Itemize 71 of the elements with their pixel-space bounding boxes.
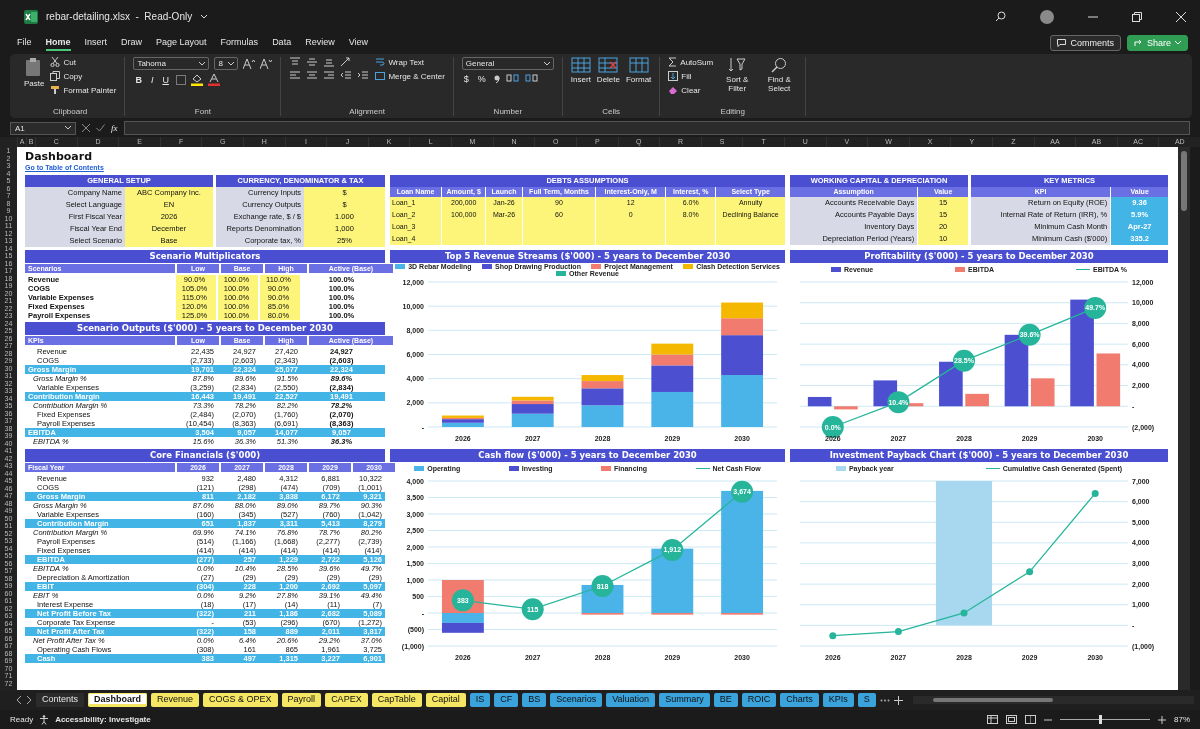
zoom-level[interactable]: 87%: [1174, 715, 1190, 724]
sheet-tab[interactable]: IS: [469, 693, 491, 707]
format-cells-button[interactable]: Format: [626, 57, 652, 84]
group-label: Number: [492, 107, 524, 116]
number-format-dropdown[interactable]: General: [461, 57, 554, 70]
section-title: Scenario Outputs ($'000) - 5 years to December 2030: [25, 322, 385, 335]
chart-title: Cash flow ($'000) - 5 years to December 2030: [390, 449, 785, 462]
section-title: Scenario Multiplicators: [25, 250, 385, 263]
comments-button[interactable]: Comments: [1050, 35, 1121, 51]
chart-title: Investment Payback Chart ($'000) - 5 years to December 2030: [790, 449, 1168, 462]
group-label: Alignment: [348, 107, 386, 116]
currency-format-button[interactable]: $: [461, 74, 471, 84]
status-text: Ready: [10, 715, 34, 724]
font-family-dropdown[interactable]: Tahoma: [133, 57, 210, 70]
name-box[interactable]: A1: [10, 121, 76, 135]
sheet-tab[interactable]: S: [857, 693, 876, 707]
autosum-button[interactable]: AutoSum: [668, 57, 714, 67]
merge-center-button[interactable]: Merge & Center: [375, 71, 445, 81]
bold-button[interactable]: B: [133, 75, 144, 85]
menu-tab[interactable]: Formulas: [220, 35, 259, 51]
menu-tab[interactable]: Page Layout: [156, 35, 207, 51]
font-size-dropdown[interactable]: 8: [214, 57, 239, 70]
group-label: Font: [193, 107, 212, 116]
clear-button[interactable]: Clear: [668, 85, 714, 95]
sheet-tab[interactable]: CAPEX: [325, 693, 368, 707]
accessibility-status[interactable]: Accessibility: Investigate: [55, 715, 151, 724]
window-title: rebar-detailing.xlsx - Read-Only: [46, 11, 193, 22]
menu-tab[interactable]: Review: [305, 35, 335, 51]
sheet-tab[interactable]: BS: [522, 693, 547, 707]
underline-button[interactable]: U: [160, 75, 171, 85]
format-painter-button[interactable]: Format Painter: [50, 85, 117, 95]
sheet-tab[interactable]: KPIs: [822, 693, 854, 707]
sheet-tab[interactable]: Contents: [36, 693, 85, 707]
delete-cells-button[interactable]: Delete: [596, 57, 620, 84]
sheet-tab[interactable]: COGS & OPEX: [203, 693, 278, 707]
sort-filter-button[interactable]: Sort & Filter: [719, 57, 756, 93]
sheet-tab[interactable]: Charts: [780, 693, 819, 707]
sheet-tab[interactable]: ROIC: [741, 693, 777, 707]
percent-format-button[interactable]: %: [475, 74, 488, 84]
sheet-tab[interactable]: Summary: [659, 693, 710, 707]
chart-title: Top 5 Revenue Streams ($'000) - 5 years to December 2030: [390, 250, 785, 263]
sheet-tab[interactable]: Scenarios: [550, 693, 603, 707]
group-label: Editing: [719, 107, 746, 116]
insert-function-button[interactable]: fx: [111, 123, 118, 133]
menu-tab[interactable]: Home: [45, 35, 71, 51]
sheet-tab[interactable]: Payroll: [281, 693, 322, 707]
menu-tab[interactable]: File: [17, 35, 32, 51]
sheet-tab[interactable]: Valuation: [606, 693, 656, 707]
menu-tab[interactable]: View: [348, 35, 368, 51]
sheet-tab[interactable]: CF: [494, 693, 519, 707]
sheet-tab[interactable]: Dashboard: [88, 693, 148, 707]
menu-tab[interactable]: Insert: [84, 35, 108, 51]
wrap-text-button[interactable]: Wrap Text: [375, 57, 445, 67]
group-label: Cells: [601, 107, 621, 116]
chart-title: Profitability ($'000) - 5 years to December 2030: [790, 250, 1168, 263]
insert-cells-button[interactable]: Insert: [570, 57, 591, 84]
paste-button[interactable]: Paste: [24, 57, 45, 88]
menu-tab[interactable]: Data: [272, 35, 292, 51]
sheet-tab[interactable]: BE: [713, 693, 738, 707]
sheet-title: Dashboard: [25, 150, 94, 163]
copy-button[interactable]: Copy: [50, 71, 117, 81]
cut-button[interactable]: Cut: [50, 57, 117, 67]
sheet-tab[interactable]: CapTable: [371, 693, 422, 707]
fill-button[interactable]: Fill: [668, 71, 714, 81]
find-select-button[interactable]: Find & Select: [761, 57, 798, 93]
section-title: Core Financials ($'000): [25, 449, 385, 462]
sheet-tab[interactable]: Capital: [425, 693, 466, 707]
italic-button[interactable]: I: [148, 75, 156, 85]
group-label: Clipboard: [52, 107, 89, 116]
sheet-tab[interactable]: Revenue: [151, 693, 200, 707]
menu-tab[interactable]: Draw: [121, 35, 143, 51]
